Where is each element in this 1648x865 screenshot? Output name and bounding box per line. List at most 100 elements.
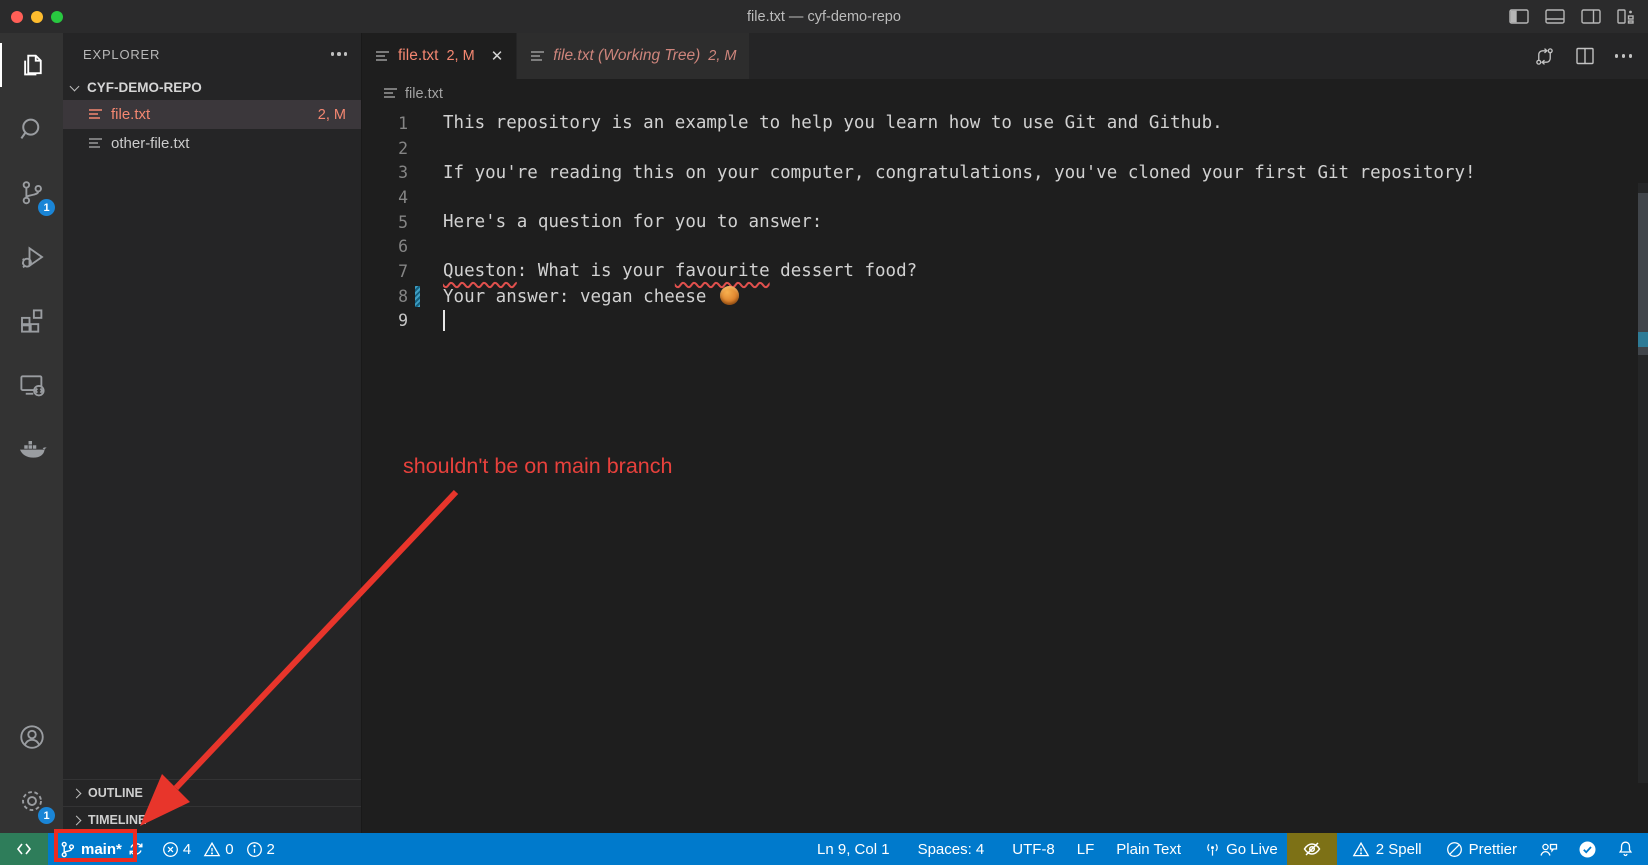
line-number: 6	[362, 237, 408, 256]
activitybar-source-control[interactable]: 1	[0, 161, 63, 225]
status-check-item[interactable]	[1569, 833, 1606, 865]
toggle-panel-icon[interactable]	[1545, 9, 1565, 24]
window-title: file.txt — cyf-demo-repo	[0, 9, 1648, 25]
sidebar-title: EXPLORER	[83, 47, 160, 62]
file-row-other-file-txt[interactable]: other-file.txt	[63, 129, 361, 158]
eye-off-icon	[1302, 840, 1322, 858]
line-number: 4	[362, 188, 408, 207]
code-line[interactable]: 6	[362, 234, 1648, 259]
chevron-right-icon	[72, 788, 82, 798]
open-changes-icon[interactable]	[1534, 46, 1555, 67]
file-icon	[88, 137, 103, 150]
code-line[interactable]: 3If you're reading this on your computer…	[362, 160, 1648, 185]
code-line[interactable]: 8Your answer: vegan cheese	[362, 284, 1648, 309]
extensions-icon	[17, 306, 47, 336]
activitybar-extensions[interactable]	[0, 289, 63, 353]
spelling-error-squiggle: Queston	[443, 261, 517, 281]
watch-disabled-item[interactable]	[1287, 833, 1337, 865]
code-text	[408, 310, 445, 332]
code-line[interactable]: 9	[362, 309, 1648, 334]
more-actions-icon[interactable]	[331, 52, 348, 56]
indentation-item[interactable]: Spaces: 4	[909, 833, 994, 865]
feedback-item[interactable]	[1530, 833, 1567, 865]
activitybar-explorer[interactable]	[0, 33, 63, 97]
spell-checker-item[interactable]: 2 Spell	[1343, 833, 1431, 865]
split-editor-icon[interactable]	[1575, 46, 1595, 66]
bell-icon	[1617, 840, 1634, 858]
activitybar-search[interactable]	[0, 97, 63, 161]
editor-group: file.txt 2, M ✕ file.txt (Working Tree) …	[362, 33, 1648, 833]
errors-icon	[162, 841, 179, 858]
code-text: This repository is an example to help yo…	[408, 113, 1223, 133]
annotation-highlight-box	[54, 829, 137, 862]
code-line[interactable]: 2	[362, 136, 1648, 161]
close-icon[interactable]: ✕	[491, 47, 504, 65]
encoding-item[interactable]: UTF-8	[1003, 833, 1064, 865]
window-controls	[0, 11, 90, 23]
notifications-item[interactable]	[1608, 833, 1648, 865]
code-text: Queston: What is your favourite dessert …	[408, 261, 917, 281]
breadcrumb[interactable]: file.txt	[362, 79, 1648, 108]
explorer-sidebar: EXPLORER CYF-DEMO-REPO file.txt 2, M oth…	[63, 33, 362, 833]
tab-label: file.txt (Working Tree)	[553, 47, 700, 65]
toggle-secondary-sidebar-icon[interactable]	[1581, 9, 1601, 24]
toggle-primary-sidebar-icon[interactable]	[1509, 9, 1529, 24]
slash-circle-icon	[1446, 841, 1463, 858]
folder-section-cyf-demo-repo[interactable]: CYF-DEMO-REPO	[63, 75, 361, 100]
line-number: 5	[362, 213, 408, 232]
remote-indicator[interactable]	[0, 833, 48, 865]
activity-bar: 1	[0, 33, 63, 833]
code-line[interactable]: 1This repository is an example to help y…	[362, 111, 1648, 136]
close-window-button[interactable]	[11, 11, 23, 23]
go-live-item[interactable]: Go Live	[1196, 833, 1287, 865]
code-line[interactable]: 5Here's a question for you to answer:	[362, 210, 1648, 235]
folder-name: CYF-DEMO-REPO	[87, 80, 202, 95]
tab-file-txt-working-tree[interactable]: file.txt (Working Tree) 2, M	[517, 33, 749, 79]
warning-count: 0	[225, 841, 233, 858]
broadcast-icon	[1205, 841, 1220, 858]
file-name: file.txt	[111, 106, 150, 123]
line-number: 7	[362, 262, 408, 281]
eol-item[interactable]: LF	[1068, 833, 1104, 865]
activitybar-run-debug[interactable]	[0, 225, 63, 289]
outline-panel-header[interactable]: OUTLINE	[63, 779, 361, 806]
search-icon	[17, 114, 47, 144]
more-actions-icon[interactable]	[1615, 54, 1633, 58]
overview-ruler-modified-mark	[1638, 332, 1648, 347]
source-control-badge: 1	[38, 199, 55, 216]
files-icon	[17, 50, 47, 80]
minimize-window-button[interactable]	[31, 11, 43, 23]
cursor-position-item[interactable]: Ln 9, Col 1	[808, 833, 899, 865]
info-icon	[246, 841, 263, 858]
code-line[interactable]: 7Queston: What is your favourite dessert…	[362, 259, 1648, 284]
zoom-window-button[interactable]	[51, 11, 63, 23]
gutter-modified-indicator	[415, 286, 420, 307]
settings-badge: 1	[38, 807, 55, 824]
tab-bar: file.txt 2, M ✕ file.txt (Working Tree) …	[362, 33, 1648, 79]
title-bar: file.txt — cyf-demo-repo	[0, 0, 1648, 33]
tab-problems-badge: 2, M	[708, 48, 736, 64]
spelling-error-squiggle: favourite	[675, 261, 770, 281]
line-number: 1	[362, 114, 408, 133]
problems-item[interactable]: 4 0 2	[153, 833, 284, 865]
activitybar-settings[interactable]: 1	[0, 769, 63, 833]
tab-label: file.txt	[398, 47, 438, 65]
remote-explorer-icon	[17, 370, 47, 400]
file-row-file-txt[interactable]: file.txt 2, M	[63, 100, 361, 129]
activitybar-remote-explorer[interactable]	[0, 353, 63, 417]
language-mode-item[interactable]: Plain Text	[1107, 833, 1190, 865]
file-icon	[530, 50, 545, 63]
file-icon	[375, 50, 390, 63]
code-line[interactable]: 4	[362, 185, 1648, 210]
activitybar-docker[interactable]	[0, 417, 63, 481]
line-number: 8	[362, 287, 408, 306]
scrollbar-thumb[interactable]	[1638, 193, 1648, 355]
tab-file-txt[interactable]: file.txt 2, M ✕	[362, 33, 516, 79]
customize-layout-icon[interactable]	[1617, 9, 1634, 24]
tab-problems-badge: 2, M	[446, 48, 474, 64]
file-icon	[88, 108, 103, 121]
chevron-right-icon	[72, 815, 82, 825]
prettier-item[interactable]: Prettier	[1437, 833, 1526, 865]
docker-icon	[16, 433, 48, 465]
activitybar-accounts[interactable]	[0, 705, 63, 769]
